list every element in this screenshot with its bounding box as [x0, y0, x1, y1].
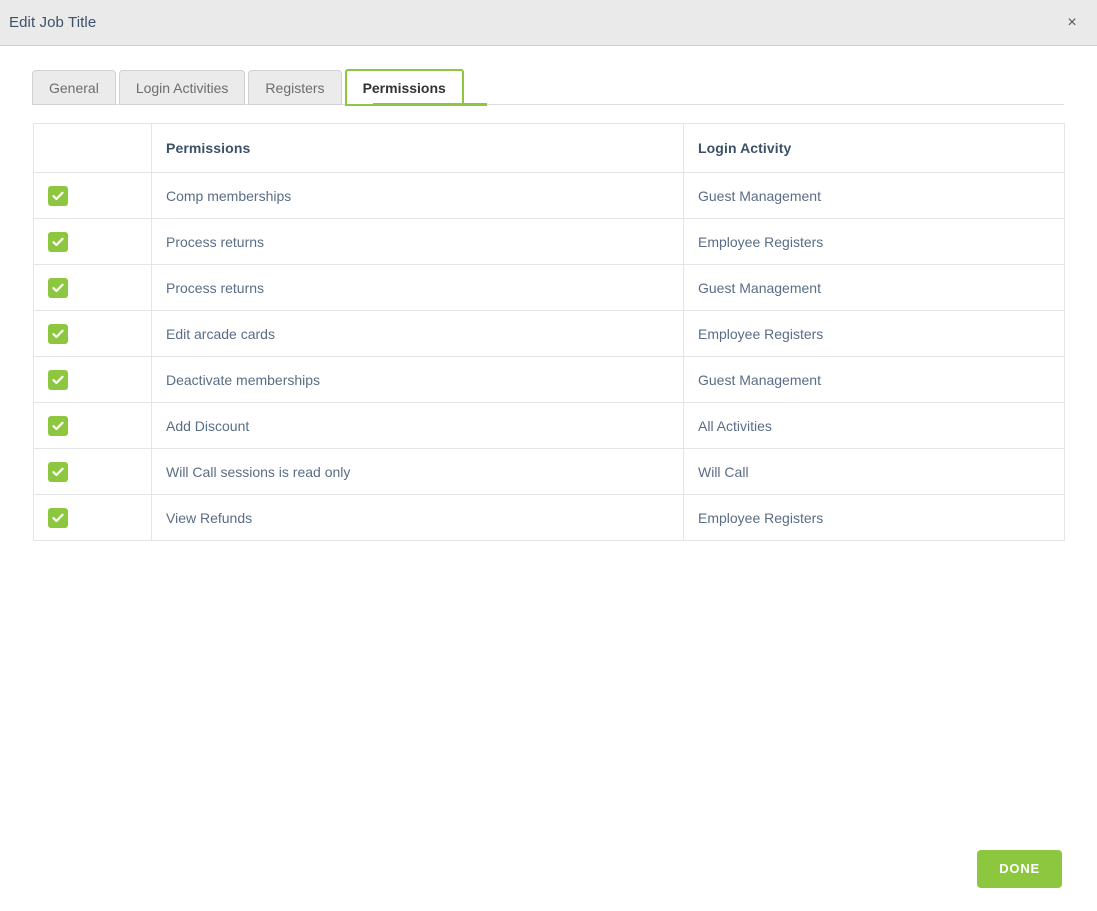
permission-name-cell: Process returns	[151, 218, 684, 265]
edit-job-title-dialog: Edit Job Title × General Login Activities…	[0, 0, 1097, 911]
permission-checkbox-cell	[33, 356, 152, 403]
close-icon[interactable]: ×	[1061, 12, 1083, 34]
login-activity-cell: Employee Registers	[683, 494, 1065, 541]
table-row: Add Discount All Activities	[33, 402, 1065, 449]
login-activity-cell: Guest Management	[683, 264, 1065, 311]
table-row: Comp memberships Guest Management	[33, 172, 1065, 219]
permission-checkbox-cell	[33, 172, 152, 219]
checkbox-checked-icon[interactable]	[48, 277, 68, 298]
tab-registers[interactable]: Registers	[248, 70, 342, 105]
dialog-title: Edit Job Title	[9, 14, 97, 31]
table-body: Comp memberships Guest Management Process …	[33, 172, 1065, 541]
checkbox-checked-icon[interactable]	[48, 369, 68, 390]
permission-checkbox-cell	[33, 494, 152, 541]
tab-general[interactable]: General	[32, 70, 116, 105]
checkbox-checked-icon[interactable]	[48, 185, 68, 206]
permission-name-cell: Add Discount	[151, 402, 684, 449]
tab-list: General Login Activities Registers Permissi…	[32, 69, 1097, 106]
table-row: Process returns Guest Management	[33, 264, 1065, 311]
table-row: Will Call sessions is read only Will Call	[33, 448, 1065, 495]
table-row: View Refunds Employee Registers	[33, 494, 1065, 541]
checkbox-checked-icon[interactable]	[48, 461, 68, 482]
login-activity-cell: Guest Management	[683, 356, 1065, 403]
tab-login-activities[interactable]: Login Activities	[118, 70, 246, 105]
permission-name-cell: Process returns	[151, 264, 684, 311]
dialog-body: General Login Activities Registers Permissi…	[0, 46, 1097, 871]
table-head: Permissions Login Activity	[33, 123, 1065, 173]
tab-bar: General Login Activities Registers Permissi…	[0, 46, 1097, 106]
checkbox-checked-icon[interactable]	[48, 323, 68, 344]
checkbox-checked-icon[interactable]	[48, 231, 68, 252]
login-activity-cell: All Activities	[683, 402, 1065, 449]
table-row: Deactivate memberships Guest Management	[33, 356, 1065, 403]
column-header-login-activity: Login Activity	[683, 123, 1065, 173]
table-header-row: Permissions Login Activity	[33, 123, 1065, 173]
tab-active-underline	[373, 103, 487, 106]
column-header-checkbox	[33, 123, 152, 173]
dialog-footer: DONE	[0, 826, 1097, 911]
permission-name-cell: Comp memberships	[151, 172, 684, 219]
dialog-header: Edit Job Title ×	[0, 0, 1097, 46]
permission-checkbox-cell	[33, 448, 152, 495]
permission-name-cell: Deactivate memberships	[151, 356, 684, 403]
table-row: Process returns Employee Registers	[33, 218, 1065, 265]
login-activity-cell: Employee Registers	[683, 310, 1065, 357]
login-activity-cell: Employee Registers	[683, 218, 1065, 265]
permission-checkbox-cell	[33, 310, 152, 357]
column-header-permissions: Permissions	[151, 123, 684, 173]
login-activity-cell: Guest Management	[683, 172, 1065, 219]
permission-checkbox-cell	[33, 402, 152, 449]
permissions-table: Permissions Login Activity Comp membersh…	[33, 123, 1065, 541]
permissions-table-wrap: Permissions Login Activity Comp membersh…	[33, 123, 1065, 541]
permission-checkbox-cell	[33, 264, 152, 311]
permission-name-cell: Edit arcade cards	[151, 310, 684, 357]
tab-permissions[interactable]: Permissions	[344, 69, 464, 106]
checkbox-checked-icon[interactable]	[48, 507, 68, 528]
checkbox-checked-icon[interactable]	[48, 415, 68, 436]
login-activity-cell: Will Call	[683, 448, 1065, 495]
permission-name-cell: View Refunds	[151, 494, 684, 541]
done-button[interactable]: DONE	[977, 849, 1062, 888]
permission-name-cell: Will Call sessions is read only	[151, 448, 684, 495]
permission-checkbox-cell	[33, 218, 152, 265]
table-row: Edit arcade cards Employee Registers	[33, 310, 1065, 357]
